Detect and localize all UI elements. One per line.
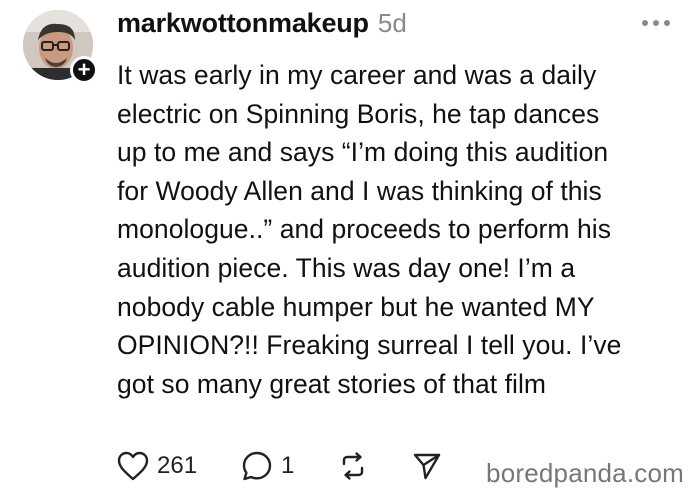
heart-icon bbox=[117, 451, 149, 481]
follow-plus-button[interactable]: + bbox=[70, 56, 98, 84]
timestamp: 5d bbox=[377, 8, 407, 38]
dot bbox=[653, 20, 659, 26]
watermark: boredpanda.com bbox=[486, 458, 684, 488]
dot bbox=[664, 20, 670, 26]
repost-icon bbox=[343, 452, 364, 480]
username[interactable]: markwottonmakeup bbox=[117, 8, 369, 39]
reply-button[interactable]: 1 bbox=[241, 450, 294, 482]
comment-icon bbox=[242, 451, 272, 481]
dot bbox=[642, 20, 648, 26]
send-icon bbox=[414, 453, 441, 480]
action-bar: 261 1 bbox=[117, 450, 442, 482]
post-header: markwottonmakeup 5d bbox=[117, 8, 407, 39]
reply-count: 1 bbox=[281, 452, 295, 479]
more-options-icon[interactable] bbox=[642, 20, 670, 26]
post-card: + markwottonmakeup 5d It was early in my… bbox=[0, 0, 700, 498]
share-button[interactable] bbox=[412, 451, 442, 481]
repost-button[interactable] bbox=[338, 451, 368, 481]
like-button[interactable]: 261 bbox=[117, 451, 197, 481]
like-count: 261 bbox=[157, 452, 198, 479]
post-body: It was early in my career and was a dail… bbox=[117, 60, 622, 399]
